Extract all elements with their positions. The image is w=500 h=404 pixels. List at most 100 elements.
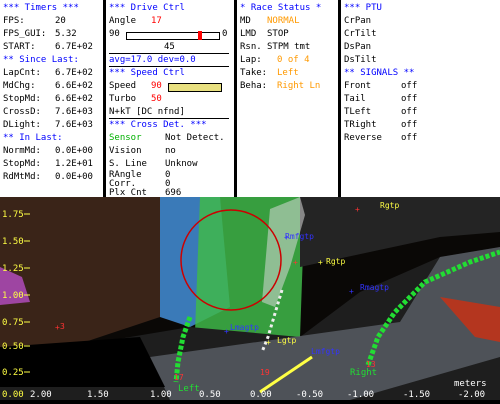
- x-tick-neg1.50: -1.50: [403, 390, 430, 400]
- y-tick-0.25: 0.25: [2, 368, 24, 378]
- drive-mode-line: N+kT [DC nfnd]: [109, 107, 185, 117]
- divider: [109, 53, 229, 54]
- y-tick-0.75: 0.75: [2, 318, 24, 328]
- signals-title: ** SIGNALS **: [344, 68, 415, 78]
- signal-tleft-value: off: [401, 107, 418, 117]
- ptu-crtilt: CrTilt: [344, 29, 377, 39]
- drive-ctrl-title: *** Drive Ctrl: [109, 3, 185, 13]
- marker-rgtp-cross: +: [318, 258, 323, 267]
- vision-value: no: [165, 146, 176, 156]
- stopmd-in-value: 1.2E+01: [55, 159, 93, 169]
- marker-rmfgtp: Rmfgtp: [285, 232, 314, 241]
- marker-lmfgtp: Lmfgtp: [311, 347, 340, 356]
- signal-front-value: off: [401, 81, 418, 91]
- signal-tright-label: TRight: [344, 120, 377, 130]
- divider: [109, 118, 229, 119]
- start-label: START:: [3, 42, 36, 52]
- ptu-signals-panel: *** PTU CrPan CrTilt DsPan DsTilt ** SIG…: [341, 0, 500, 197]
- x-tick-1.00: 1.00: [150, 390, 172, 400]
- take-value: Left: [277, 68, 299, 78]
- sensor-label: Sensor: [109, 133, 142, 143]
- beha-value: Right Ln: [277, 81, 321, 91]
- marker-red-cross-1: +: [355, 205, 360, 214]
- take-label: Take:: [240, 68, 268, 78]
- plx-cnt-label: Plx Cnt: [109, 188, 147, 197]
- fps-gui-value: 5.32: [55, 29, 77, 39]
- marker-num-17: 17: [174, 373, 184, 382]
- crossd-label: CrossD:: [3, 107, 41, 117]
- angle-slider[interactable]: [126, 31, 220, 40]
- marker-lmagtp: Lmagtp: [230, 323, 259, 332]
- y-tick-0.50: 0.50: [2, 342, 24, 352]
- marker-rgtp: Rgtp: [326, 257, 345, 266]
- x-tick-neg0.50: -0.50: [296, 390, 323, 400]
- angle-label: Angle: [109, 16, 137, 26]
- marker-num-3: 3: [60, 322, 65, 331]
- signal-tail-label: Tail: [344, 94, 366, 104]
- marker-lgtp-cross: +: [266, 338, 271, 347]
- x-tick-neg2.00: -2.00: [458, 390, 485, 400]
- marker-num-19: 19: [260, 368, 270, 377]
- lapcnt-value: 6.7E+02: [55, 68, 93, 78]
- normmd-value: 0.0E+00: [55, 146, 93, 156]
- avg-dev-line: avg=17.0 dev=0.0: [109, 55, 196, 65]
- sline-value: Unknow: [165, 159, 198, 169]
- speed-ctrl-title: *** Speed Ctrl: [109, 68, 185, 78]
- marker-lgtp: Lgtp: [277, 336, 296, 345]
- beha-label: Beha:: [240, 81, 268, 91]
- angle-slider-mid: 45: [164, 42, 175, 52]
- speed-label: Speed: [109, 81, 137, 91]
- stopmd-value: 6.6E+02: [55, 94, 93, 104]
- marker-red-cross-3: +: [55, 323, 60, 332]
- signal-tright-value: off: [401, 120, 418, 130]
- sensor-value: Not Detect.: [165, 133, 225, 143]
- signal-front-label: Front: [344, 81, 372, 91]
- turbo-label: Turbo: [109, 94, 137, 104]
- cross-det-title: *** Cross Det. ***: [109, 120, 207, 130]
- angle-slider-max: 0: [222, 29, 228, 39]
- sline-label: S. Line: [109, 159, 147, 169]
- marker-red-cross-2: +: [293, 258, 298, 267]
- signal-tail-value: off: [401, 94, 418, 104]
- y-tick-1.50: 1.50: [2, 237, 24, 247]
- x-tick-1.50: 1.50: [87, 390, 109, 400]
- stopmd-label: StopMd:: [3, 94, 41, 104]
- x-tick-0.00: 0.00: [250, 390, 272, 400]
- angle-value: 17: [151, 16, 162, 26]
- md-label: MD: [240, 16, 251, 26]
- divider: [109, 66, 229, 67]
- ptu-title: *** PTU: [344, 3, 382, 13]
- lmd-label: LMD: [240, 29, 257, 39]
- y-tick-1.00: 1.00: [2, 291, 24, 301]
- marker-rmagtp-cross: +: [349, 287, 354, 296]
- in-last-title: ** In Last:: [3, 133, 63, 143]
- md-value: NORMAL: [267, 16, 300, 26]
- mdchg-value: 6.6E+02: [55, 81, 93, 91]
- y-tick-1.75: 1.75: [2, 210, 24, 220]
- rsn-value: STPM tmt: [267, 42, 311, 52]
- vision-label: Vision: [109, 146, 142, 156]
- signal-reverse-value: off: [401, 133, 418, 143]
- lapcnt-label: LapCnt:: [3, 68, 41, 78]
- y-tick-0.00: 0.00: [2, 390, 24, 400]
- marker-rmagtp: Rmagtp: [360, 283, 389, 292]
- turbo-value: 50: [151, 94, 162, 104]
- dlight-value: 7.6E+03: [55, 120, 93, 130]
- signal-tleft-label: TLeft: [344, 107, 372, 117]
- speed-bar: [168, 83, 222, 92]
- x-tick-neg1.00: -1.00: [347, 390, 374, 400]
- lane-label-right: Right: [350, 368, 377, 378]
- timers-title: *** Timers ***: [3, 3, 79, 13]
- plx-cnt-value: 696: [165, 188, 182, 197]
- stopmd-in-label: StopMd:: [3, 159, 41, 169]
- angle-slider-knob[interactable]: [198, 31, 203, 40]
- dlight-label: DLight:: [3, 120, 41, 130]
- lmd-value: STOP: [267, 29, 289, 39]
- speed-value: 90: [151, 81, 162, 91]
- normmd-label: NormMd:: [3, 146, 41, 156]
- fps-label: FPS:: [3, 16, 25, 26]
- ptu-crpan: CrPan: [344, 16, 372, 26]
- marker-rmfgtp-cross: +: [284, 233, 289, 242]
- race-status-title: * Race Status *: [240, 3, 322, 13]
- left-wall: [0, 197, 160, 347]
